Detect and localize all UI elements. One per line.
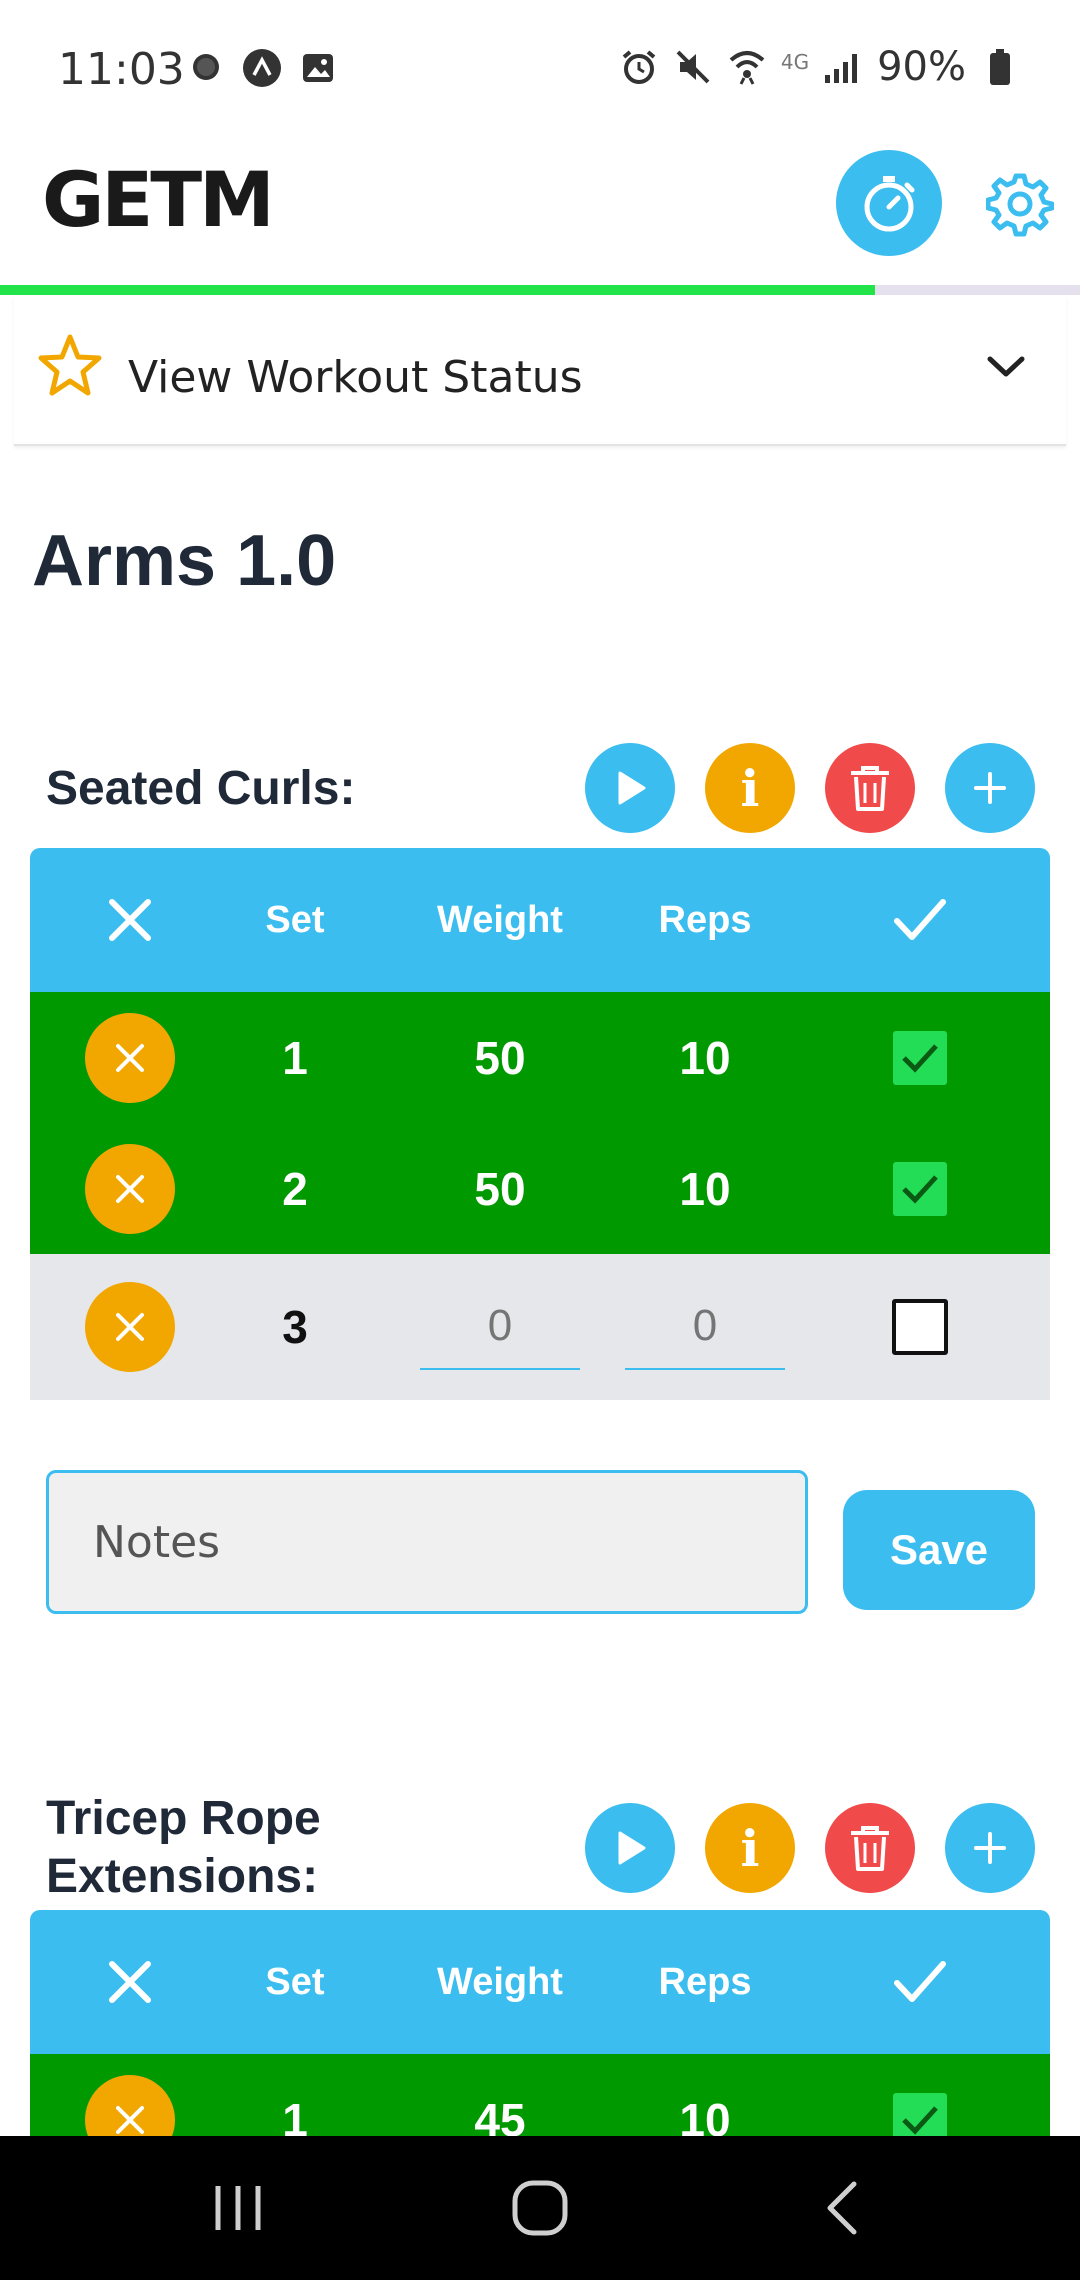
- close-icon: [116, 1043, 144, 1072]
- system-navigation-bar: [0, 2136, 1080, 2280]
- home-button[interactable]: [480, 2136, 600, 2280]
- workout-status-label: View Workout Status: [128, 352, 583, 403]
- info-icon: i: [740, 758, 760, 818]
- settings-button[interactable]: [980, 164, 1060, 244]
- alarm-icon: [619, 47, 659, 87]
- notes-input[interactable]: [46, 1470, 808, 1614]
- delete-exercise-button[interactable]: [825, 743, 915, 833]
- sets-table: Set Weight Reps 1 50 10 2 50 10 3: [30, 848, 1050, 1400]
- set-number: 3: [282, 1301, 308, 1353]
- weight-input[interactable]: [420, 1284, 580, 1370]
- back-button[interactable]: [782, 2136, 902, 2280]
- stopwatch-icon: [864, 176, 915, 232]
- gear-icon: [986, 173, 1054, 237]
- play-button[interactable]: [585, 1803, 675, 1893]
- reps-input[interactable]: [625, 1284, 785, 1370]
- set-done-checkbox[interactable]: [893, 1030, 947, 1085]
- close-icon: [109, 1961, 151, 2003]
- mute-icon: [673, 47, 713, 87]
- trash-icon: [851, 766, 889, 811]
- save-notes-button[interactable]: Save: [843, 1490, 1035, 1610]
- gallery-icon: [298, 48, 338, 88]
- set-number: 2: [282, 1162, 308, 1215]
- svg-text:GETM: GETM: [42, 162, 272, 242]
- check-icon: [894, 1961, 946, 2002]
- recent-apps-button[interactable]: [178, 2136, 298, 2280]
- status-bar: 11:03 4G 90%: [0, 0, 1080, 140]
- exercise-name: Tricep Rope Extensions:: [46, 1792, 321, 1903]
- header-set: Set: [265, 1960, 325, 2003]
- table-header: Set Weight Reps: [30, 1910, 1050, 2054]
- close-icon: [109, 899, 151, 941]
- header-weight: Weight: [437, 898, 563, 941]
- add-set-button[interactable]: [945, 1803, 1035, 1893]
- battery-percent: 90%: [877, 44, 966, 90]
- workout-progress-fill: [0, 285, 875, 295]
- info-button[interactable]: i: [705, 743, 795, 833]
- remove-set-button[interactable]: [85, 1143, 175, 1234]
- app-logo: GETM: [42, 155, 292, 247]
- delete-exercise-button[interactable]: [825, 1803, 915, 1893]
- app-a-icon: [242, 48, 282, 88]
- table-row: 1 50 10: [30, 992, 1050, 1123]
- workout-progress-bar: [0, 285, 1080, 295]
- wifi-icon: [727, 47, 767, 87]
- info-button[interactable]: i: [705, 1803, 795, 1893]
- trash-icon: [851, 1826, 889, 1871]
- recent-apps-icon: [215, 2186, 261, 2230]
- play-icon: [618, 771, 646, 805]
- close-icon: [116, 1313, 144, 1341]
- chevron-down-icon: [986, 354, 1026, 385]
- set-reps[interactable]: 10: [605, 1123, 805, 1254]
- add-set-button[interactable]: [945, 743, 1035, 833]
- check-icon: [902, 1174, 938, 1204]
- header-reps: Reps: [658, 1960, 752, 2003]
- table-row: 3: [30, 1254, 1050, 1400]
- star-icon: [36, 332, 104, 405]
- home-icon: [512, 2180, 568, 2236]
- remove-set-button[interactable]: [85, 1012, 175, 1103]
- header-reps: Reps: [658, 898, 752, 941]
- set-number: 1: [282, 1031, 308, 1084]
- workout-title: Arms 1.0: [32, 521, 337, 601]
- play-icon: [618, 1831, 646, 1865]
- status-time: 11:03: [58, 44, 185, 95]
- close-icon: [116, 2105, 144, 2134]
- plus-icon: [974, 1832, 1006, 1864]
- set-done-checkbox[interactable]: [892, 1299, 948, 1355]
- chat-bubble-icon: [186, 48, 226, 88]
- set-done-checkbox[interactable]: [893, 1161, 947, 1216]
- app-header: GETM: [0, 140, 1080, 286]
- workout-status-toggle[interactable]: View Workout Status: [14, 296, 1066, 446]
- play-button[interactable]: [585, 743, 675, 833]
- header-weight: Weight: [437, 1960, 563, 2003]
- set-weight[interactable]: 50: [400, 992, 600, 1123]
- check-icon: [902, 1043, 938, 1073]
- signal-icon: [823, 47, 863, 87]
- close-icon: [116, 1174, 144, 1203]
- exercise-name: Seated Curls:: [46, 762, 356, 815]
- back-icon: [827, 2181, 857, 2235]
- info-icon: i: [740, 1818, 760, 1878]
- table-row: 2 50 10: [30, 1123, 1050, 1254]
- check-icon: [902, 2105, 938, 2135]
- plus-icon: [974, 772, 1006, 804]
- set-reps[interactable]: 10: [605, 992, 805, 1123]
- network-label: 4G: [780, 50, 810, 74]
- remove-set-button[interactable]: [85, 1282, 175, 1372]
- timer-button[interactable]: [836, 150, 942, 256]
- battery-icon: [980, 47, 1020, 87]
- check-icon: [894, 899, 946, 940]
- set-weight[interactable]: 50: [400, 1123, 600, 1254]
- header-set: Set: [265, 898, 325, 941]
- table-header: Set Weight Reps: [30, 848, 1050, 992]
